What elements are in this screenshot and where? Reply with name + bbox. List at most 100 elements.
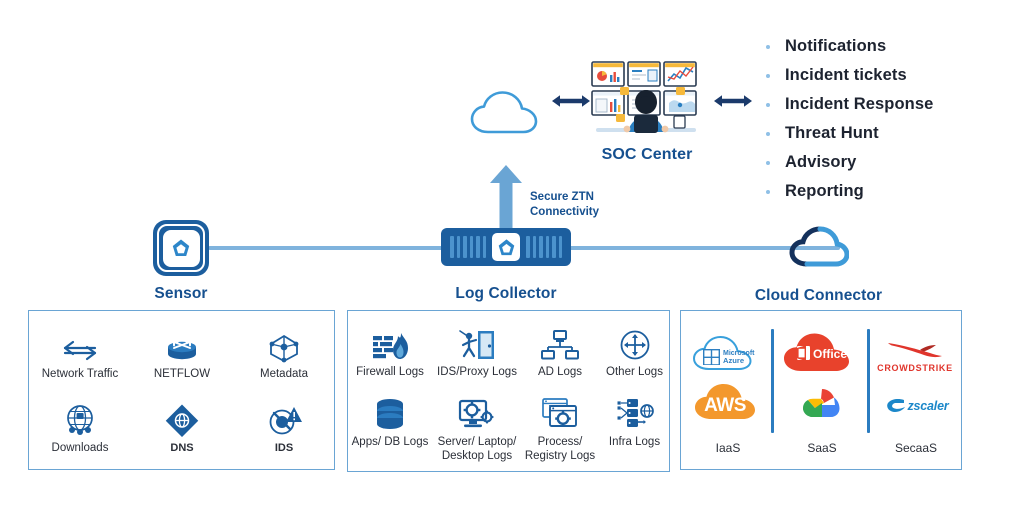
intruder-door-icon	[432, 321, 522, 361]
sensor-source-metadata[interactable]: Metadata	[233, 323, 335, 382]
log-source-firewall-logs[interactable]: Firewall Logs	[348, 321, 432, 380]
column-divider	[867, 329, 870, 433]
bullet-dot-icon	[766, 102, 770, 107]
secure-ztn-label-line1: Secure ZTN	[530, 191, 594, 203]
list-item[interactable]: Notifications	[766, 32, 933, 61]
cloud-connector-node[interactable]	[787, 225, 850, 274]
cloud-connector-box: Microsoft Azure AWS IaaS Office 365	[680, 310, 962, 470]
list-item[interactable]: Incident Response	[766, 90, 933, 119]
secure-ztn-label-line2: Connectivity	[530, 206, 600, 219]
azure-logo-line2: Azure	[723, 356, 744, 365]
microsoft-azure-logo[interactable]: Microsoft Azure	[689, 333, 767, 375]
sensor-source-ids[interactable]: IDS	[233, 397, 335, 455]
soc-center-label: SOC Center	[601, 146, 693, 163]
log-source-ad-logs[interactable]: AD Logs	[522, 321, 598, 380]
vent-slot-icon	[476, 236, 480, 258]
list-item[interactable]: Advisory	[766, 148, 933, 177]
sensor-source-downloads[interactable]: Downloads	[29, 397, 131, 456]
crowdstrike-logo[interactable]: CROWDSTRIKE	[873, 335, 957, 377]
globe-download-icon	[29, 397, 131, 437]
sensor-sources-box: Network Traffic NETFLOW Metadata Downloa…	[28, 310, 335, 470]
log-source-other-logs[interactable]: Other Logs	[598, 321, 671, 380]
bullet-dot-icon	[766, 160, 770, 165]
sensor-source-label: Network Traffic	[41, 368, 119, 380]
output-label: Advisory	[785, 153, 857, 171]
bullet-dot-icon	[766, 73, 770, 78]
log-source-label: Firewall Logs	[356, 366, 424, 378]
output-label: Incident Response	[785, 95, 934, 113]
dns-diamond-icon	[131, 397, 233, 437]
soc-right-double-arrow-icon	[713, 92, 753, 115]
log-source-label: AD Logs	[537, 366, 583, 378]
vent-slot-icon	[463, 236, 467, 258]
vent-slot-icon	[456, 236, 460, 258]
vent-slot-icon	[539, 236, 543, 258]
firewall-flame-icon	[348, 321, 432, 361]
google-cloud-logo[interactable]	[791, 383, 853, 425]
log-collector-label: Log Collector	[455, 285, 557, 302]
cloud-connector-column-label-saas: SaaS	[807, 441, 837, 455]
aws-logo-text: AWS	[704, 395, 746, 416]
cloud-connector-column-label-secaas: SecaaS	[894, 441, 938, 455]
bullet-dot-icon	[766, 131, 770, 136]
log-source-apps-db-logs[interactable]: Apps/ DB Logs	[348, 391, 432, 450]
sensor-node[interactable]	[153, 220, 209, 276]
log-source-label: IDS/Proxy Logs	[437, 366, 517, 378]
sensor-label: Sensor	[154, 285, 208, 302]
vent-slot-icon	[558, 236, 562, 258]
sensor-source-label: Metadata	[260, 368, 308, 380]
sensor-droplet-glyph	[172, 239, 190, 256]
metadata-cube-icon	[233, 323, 335, 363]
office-365-logo-text: Office 365	[813, 347, 861, 361]
vent-slot-icon	[469, 236, 473, 258]
crowdstrike-falcon-icon	[888, 343, 942, 358]
log-source-label: Process/Registry Logs	[524, 436, 596, 462]
sensor-source-label: DNS	[170, 442, 194, 454]
soc-analyst-monitors-icon	[588, 58, 706, 148]
vent-slot-icon	[532, 236, 536, 258]
bullet-dot-icon	[766, 189, 770, 194]
cloud-connector-column-label-iaas: IaaS	[715, 441, 741, 455]
sensor-source-network-traffic[interactable]: Network Traffic	[29, 323, 131, 382]
sensor-source-label: IDS	[274, 442, 294, 454]
vent-slot-icon	[526, 236, 530, 258]
secure-ztn-label: Secure ZTN Connectivity	[530, 190, 599, 220]
aws-logo[interactable]: AWS	[691, 381, 765, 425]
bidirectional-traffic-icon	[29, 323, 131, 363]
diagram-canvas: SOC Center Notifications Incident ticket…	[0, 0, 1024, 507]
ids-alert-icon	[233, 397, 335, 437]
log-source-ids-proxy-logs[interactable]: IDS/Proxy Logs	[432, 321, 522, 380]
database-icon	[348, 391, 432, 431]
sensor-source-dns[interactable]: DNS	[131, 397, 233, 455]
vent-slot-icon	[552, 236, 556, 258]
log-source-server-laptop-desktop-logs[interactable]: Server/ Laptop/Desktop Logs	[432, 391, 522, 464]
cloud-connector-icon	[789, 226, 850, 267]
log-source-label: Other Logs	[606, 366, 663, 378]
router-icon	[131, 323, 233, 363]
output-label: Notifications	[785, 37, 887, 55]
zscaler-logo[interactable]: zscaler	[875, 393, 959, 419]
list-item[interactable]: Reporting	[766, 177, 933, 206]
log-collector-logo-badge	[492, 233, 520, 261]
directory-network-icon	[522, 321, 598, 361]
log-collector-node[interactable]	[441, 228, 571, 266]
zscaler-mark-icon	[886, 399, 905, 412]
office-365-logo[interactable]: Office 365	[779, 331, 861, 377]
log-source-label: Infra Logs	[608, 436, 661, 448]
soc-cloud-icon	[468, 88, 540, 141]
sensor-source-netflow[interactable]: NETFLOW	[131, 323, 233, 382]
windows-gear-icon	[522, 391, 598, 431]
cloud-connector-label: Cloud Connector	[754, 287, 883, 304]
list-item[interactable]: Incident tickets	[766, 61, 933, 90]
log-source-process-registry-logs[interactable]: Process/Registry Logs	[522, 391, 598, 464]
log-source-infra-logs[interactable]: Infra Logs	[598, 391, 671, 450]
sensor-source-label: NETFLOW	[153, 368, 211, 380]
sensor-source-label: Downloads	[51, 442, 109, 454]
list-item[interactable]: Threat Hunt	[766, 119, 933, 148]
log-source-label: Server/ Laptop/Desktop Logs	[437, 436, 517, 462]
vent-slot-icon	[450, 236, 454, 258]
soc-left-double-arrow-icon	[551, 92, 591, 115]
log-collector-appliance-icon	[441, 228, 571, 266]
four-arrows-circle-icon	[598, 321, 671, 361]
log-collector-sources-box: Firewall Logs IDS/Proxy Logs AD Logs Oth…	[347, 310, 670, 472]
